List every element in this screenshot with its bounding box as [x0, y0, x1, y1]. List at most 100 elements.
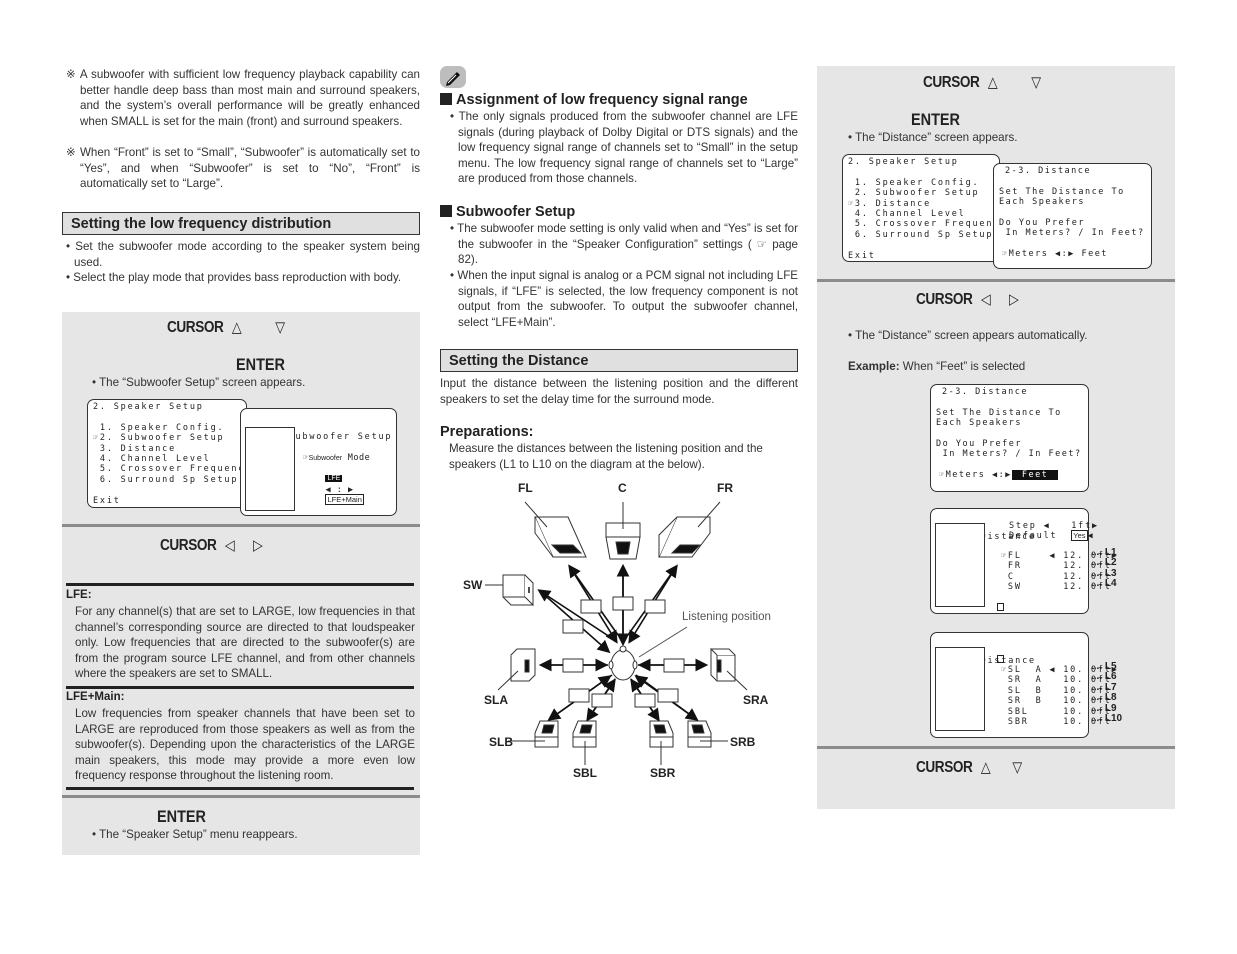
osd-menu-item: ☞3. Distance — [848, 198, 932, 209]
section-title-low-freq: Setting the low frequency distribution — [62, 212, 420, 235]
osd-menu-item: 6. Surround Sp Setup — [848, 229, 994, 240]
note-subwoofer-capability: ※ A subwoofer with sufficient low freque… — [66, 68, 420, 128]
option-feet-selected: Feet — [1011, 470, 1059, 481]
osd-menu-item: 4. Channel Level — [848, 209, 966, 220]
bullet-item: • The subwoofer mode setting is only val… — [450, 222, 798, 267]
osd-distance-feet-selected: 2-3. Distance Set The Distance To Each Sp… — [930, 384, 1089, 492]
bullet-item: • Set the subwoofer mode according to th… — [66, 240, 421, 269]
label-sbl: SBL — [573, 766, 597, 780]
default-yes-box: Yes — [1071, 530, 1088, 541]
step-desc: • The “Distance” screen appears. — [848, 131, 1018, 144]
osd-menu-item: 1. Speaker Config. — [848, 177, 980, 188]
down-arrow-icon: ▽ — [1012, 759, 1022, 776]
section-title-distance: Setting the Distance — [440, 349, 798, 372]
divider — [66, 583, 414, 586]
osd-speaker-setup-menu: 2. Speaker Setup 1. Speaker Config. 2. S… — [842, 154, 1008, 262]
listener-head-icon — [608, 645, 638, 681]
cursor-up-down-instruction: CURSOR △ ▽ — [923, 74, 1041, 91]
bullet-item: • When the input signal is analog or a P… — [450, 269, 799, 329]
divider — [62, 795, 420, 798]
option-lfe-main: LFE+Main — [325, 494, 364, 506]
osd-menu-item: 5. Crossover Frequency — [848, 219, 1008, 230]
up-arrow-icon: △ — [987, 74, 998, 91]
distance-intro: Input the distance between the listening… — [440, 377, 798, 406]
divider — [817, 746, 1175, 749]
note-mark: ※ — [66, 146, 77, 159]
osd-menu-item: 3. Distance — [93, 443, 177, 454]
speaker-sw-icon — [485, 574, 534, 607]
example-line: Example: When “Feet” is selected — [848, 360, 1026, 373]
distance-ref-label: .... L4 — [1091, 578, 1117, 590]
pencil-icon — [440, 66, 466, 88]
divider — [817, 279, 1175, 282]
osd-menu-item: 5. Crossover Frequency — [93, 464, 253, 475]
osd-distance-front: 2-3. Distance Step ◀ 1ft▶ Default Yes ◀ ☞… — [930, 508, 1117, 614]
osd-speaker-setup-menu: 2. Speaker Setup 1. Speaker Config. ☞2. S… — [87, 399, 253, 508]
down-arrow-icon: ▽ — [1031, 74, 1041, 91]
subwoofer-setup-title: Subwoofer Setup — [440, 204, 575, 220]
up-arrow-icon: △ — [980, 759, 991, 776]
label-fl: FL — [518, 481, 533, 495]
option-lfe: LFE — [325, 475, 343, 483]
divider — [66, 686, 414, 689]
osd-menu-item: ☞2. Subwoofer Setup — [93, 433, 225, 444]
osd-menu-item: 2. Subwoofer Setup — [848, 188, 980, 199]
speaker-c-icon — [605, 502, 641, 560]
up-arrow-icon: △ — [231, 319, 242, 336]
osd-distance-units: 2-3. Distance Set The Distance To Each Sp… — [993, 163, 1152, 269]
step-desc: • The “Distance” screen appears automati… — [848, 329, 1088, 342]
step-desc: • The “Subwoofer Setup” screen appears. — [92, 376, 306, 389]
speaker-fl-icon — [524, 501, 587, 558]
enter-instruction: ENTER — [236, 355, 285, 374]
speaker-fr-icon — [658, 501, 721, 558]
label-srb: SRB — [730, 735, 756, 749]
square-bullet-icon — [440, 93, 452, 105]
speaker-sbl-icon — [572, 720, 597, 765]
speaker-sra-icon — [709, 648, 748, 691]
enter-instruction: ENTER — [911, 110, 960, 129]
down-arrow-icon: ▽ — [275, 319, 285, 336]
enter-instruction: ENTER — [157, 807, 206, 826]
speaker-layout-diagram: FL C FR SW SLA SRA SLB SRB SBL SBR Liste… — [463, 481, 771, 780]
osd-subwoofer-setup: 2-2. Subwoofer Setup ☞Subwoofer Mode LFE… — [240, 408, 397, 516]
right-arrow-icon: ▷ — [252, 537, 263, 554]
cursor-left-right-instruction: CURSOR ◁ ▷ — [916, 291, 1019, 308]
scroll-down-icon — [997, 603, 1004, 611]
bullet-item: • Select the play mode that provides bas… — [66, 271, 402, 284]
osd-menu-item: 4. Channel Level — [93, 454, 211, 465]
distance-refs-surround: .... L5.... L6.... L7.... L8.... L9.... … — [1091, 661, 1123, 725]
lfe-main-description: Low frequencies from speaker channels th… — [75, 707, 415, 783]
speaker-sbr-icon — [649, 720, 674, 765]
osd-distance-surround: 2-3. Distance ☞SL A ◀ 10. 0ft▶ SR A 10. … — [930, 632, 1117, 738]
label-fr: FR — [717, 481, 733, 495]
room-layout-icon — [245, 427, 295, 511]
label-sra: SRA — [743, 693, 769, 707]
listening-position-label: Listening position — [682, 611, 771, 623]
assign-text: • The only signals produced from the sub… — [450, 110, 798, 186]
lfe-title: LFE: — [66, 589, 92, 601]
speaker-srb-icon — [687, 720, 728, 748]
left-arrow-icon: ◁ — [224, 537, 235, 554]
lfe-main-title: LFE+Main: — [66, 691, 125, 703]
right-arrow-icon: ▷ — [1008, 291, 1019, 308]
room-layout-icon — [935, 647, 985, 731]
scroll-up-icon — [997, 655, 1004, 663]
distance-arrows — [537, 563, 709, 722]
assign-title: Assignment of low frequency signal range — [440, 92, 748, 108]
cursor-up-down-instruction: CURSOR △ ▽ — [916, 759, 1022, 776]
distance-ref-label: .... L10 — [1091, 713, 1123, 725]
preparations-title: Preparations: — [440, 424, 534, 440]
label-sw: SW — [463, 578, 483, 592]
lfe-description: For any channel(s) that are set to LARGE… — [75, 605, 415, 681]
room-layout-icon — [935, 523, 985, 607]
label-sbr: SBR — [650, 766, 676, 780]
note-front-subwoofer: ※ When “Front” is set to “Small”, “Subwo… — [66, 146, 420, 191]
step-desc: • The “Speaker Setup” menu reappears. — [92, 828, 298, 841]
left-arrow-icon: ◁ — [980, 291, 991, 308]
speaker-slb-icon — [508, 720, 559, 748]
label-slb: SLB — [489, 735, 513, 749]
note-mark: ※ — [66, 68, 77, 81]
cursor-up-down-instruction: CURSOR △ ▽ — [167, 319, 285, 336]
label-c: C — [618, 481, 627, 495]
distance-refs-front: .... L1.... L2.... L3.... L4 — [1091, 547, 1117, 590]
